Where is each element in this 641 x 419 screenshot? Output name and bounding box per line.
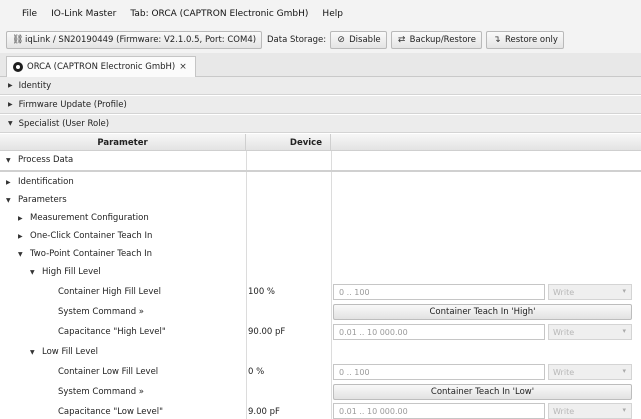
backup-restore-button[interactable]: ⇄ Backup/Restore <box>390 31 482 49</box>
table-header: Parameter Device <box>0 134 641 151</box>
connection-icon: ⛓ <box>12 35 24 45</box>
high-fill-label: High Fill Level <box>42 267 101 277</box>
parameters-label: Parameters <box>18 195 67 205</box>
container-high-fill-input[interactable]: 0 .. 100 <box>333 284 545 300</box>
close-tab-icon[interactable]: × <box>179 62 187 72</box>
dropdown-arrow-icon: ▾ <box>622 367 626 375</box>
section-identity[interactable]: ▶ Identity <box>0 77 641 95</box>
measurement-config-label: Measurement Configuration <box>30 213 149 223</box>
param-label: Capacitance "High Level" <box>58 327 166 337</box>
device-connection-button[interactable]: ⛓ iqLink / SN20190449 (Firmware: V2.1.0.… <box>6 31 262 49</box>
restore-only-label: Restore only <box>504 35 558 45</box>
device-value: 90.00 pF <box>248 327 286 337</box>
capacitance-low-input[interactable]: 0.01 .. 10 000.00 <box>333 403 545 419</box>
tree-row-two-point-teach[interactable]: ▼ Two-Point Container Teach In <box>0 245 641 263</box>
param-label: Container High Fill Level <box>58 287 161 297</box>
tree-row-parameters[interactable]: ▼ Parameters <box>0 191 641 209</box>
device-content: ▶ Identity ▶ Firmware Update (Profile) ▼… <box>0 77 641 419</box>
container-low-fill-input[interactable]: 0 .. 100 <box>333 364 545 380</box>
data-storage-label: Data Storage: <box>267 35 327 45</box>
low-fill-label: Low Fill Level <box>42 347 98 357</box>
capacitance-low-write-select[interactable]: Write ▾ <box>548 403 632 419</box>
expanded-arrow-icon: ▼ <box>30 268 35 276</box>
dropdown-arrow-icon: ▾ <box>622 406 626 414</box>
select-value: Write <box>553 287 575 297</box>
toolbar: ⛓ iqLink / SN20190449 (Firmware: V2.1.0.… <box>0 28 641 52</box>
tree-row-one-click-teach[interactable]: ▶ One-Click Container Teach In <box>0 227 641 245</box>
capacitance-high-write-select[interactable]: Write ▾ <box>548 324 632 340</box>
container-teach-in-high-button[interactable]: Container Teach In 'High' <box>333 304 632 320</box>
two-point-label: Two-Point Container Teach In <box>30 249 153 259</box>
restore-only-button[interactable]: ↴ Restore only <box>485 31 564 49</box>
dropdown-arrow-icon: ▾ <box>622 327 626 335</box>
expanded-arrow-icon: ▼ <box>6 156 11 164</box>
restore-icon: ↴ <box>493 35 501 45</box>
select-value: Write <box>553 406 575 416</box>
expanded-arrow-icon: ▼ <box>6 196 11 204</box>
tree-row-process-data[interactable]: ▼ Process Data <box>0 151 641 169</box>
device-value: 0 % <box>248 367 265 377</box>
device-value: 9.00 pF <box>248 407 280 417</box>
expanded-arrow-icon: ▼ <box>8 120 13 127</box>
one-click-label: One-Click Container Teach In <box>30 231 153 241</box>
collapsed-arrow-icon: ▶ <box>6 178 11 186</box>
device-value: 100 % <box>248 287 276 297</box>
container-teach-in-low-button[interactable]: Container Teach In 'Low' <box>333 384 632 400</box>
tree-row-high-fill-level[interactable]: ▼ High Fill Level <box>0 263 641 281</box>
container-low-fill-write-select[interactable]: Write ▾ <box>548 364 632 380</box>
collapsed-arrow-icon: ▶ <box>18 232 23 240</box>
select-value: Write <box>553 327 575 337</box>
param-label: System Command » <box>58 387 144 397</box>
dropdown-arrow-icon: ▾ <box>622 287 626 295</box>
param-label: System Command » <box>58 307 144 317</box>
identification-label: Identification <box>18 177 74 187</box>
column-header-device[interactable]: Device <box>246 134 331 151</box>
backup-restore-label: Backup/Restore <box>409 35 476 45</box>
column-header-parameter[interactable]: Parameter <box>0 134 246 151</box>
section-firmware-label: Firmware Update (Profile) <box>18 99 127 110</box>
process-data-label: Process Data <box>18 155 74 165</box>
collapsed-arrow-icon: ▶ <box>8 101 13 108</box>
disable-icon: ⊘ <box>337 35 345 45</box>
disable-button[interactable]: ⊘ Disable <box>330 31 387 49</box>
disable-label: Disable <box>349 35 381 45</box>
select-value: Write <box>553 367 575 377</box>
captron-logo-icon <box>13 62 23 72</box>
menu-tab[interactable]: Tab: ORCA (CAPTRON Electronic GmbH) <box>130 9 308 19</box>
menu-file[interactable]: File <box>22 9 37 19</box>
backup-restore-icon: ⇄ <box>397 35 406 45</box>
collapsed-arrow-icon: ▶ <box>8 82 13 89</box>
expanded-arrow-icon: ▼ <box>18 250 23 258</box>
container-high-fill-write-select[interactable]: Write ▾ <box>548 284 632 300</box>
tree-row-measurement-configuration[interactable]: ▶ Measurement Configuration <box>0 209 641 227</box>
menu-help[interactable]: Help <box>322 9 343 19</box>
tab-strip: ORCA (CAPTRON Electronic GmbH) × <box>0 53 641 77</box>
expanded-arrow-icon: ▼ <box>30 348 35 356</box>
section-identity-label: Identity <box>18 80 52 91</box>
capacitance-high-input[interactable]: 0.01 .. 10 000.00 <box>333 324 545 340</box>
menu-bar: File IO-Link Master Tab: ORCA (CAPTRON E… <box>0 0 641 28</box>
param-label: Container Low Fill Level <box>58 367 159 377</box>
tab-orca-label: ORCA (CAPTRON Electronic GmbH) <box>27 62 176 72</box>
section-firmware-update[interactable]: ▶ Firmware Update (Profile) <box>0 96 641 114</box>
collapsed-arrow-icon: ▶ <box>18 214 23 222</box>
tab-orca[interactable]: ORCA (CAPTRON Electronic GmbH) × <box>6 56 196 77</box>
section-specialist[interactable]: ▼ Specialist (User Role) <box>0 115 641 133</box>
tree-row-low-fill-level[interactable]: ▼ Low Fill Level <box>0 343 641 361</box>
divider <box>0 170 641 172</box>
section-specialist-label: Specialist (User Role) <box>18 118 110 129</box>
device-connection-label: iqLink / SN20190449 (Firmware: V2.1.0.5,… <box>25 35 257 45</box>
param-label: Capacitance "Low Level" <box>58 407 164 417</box>
tree-row-identification[interactable]: ▶ Identification <box>0 173 641 191</box>
menu-io-link-master[interactable]: IO-Link Master <box>51 9 116 19</box>
